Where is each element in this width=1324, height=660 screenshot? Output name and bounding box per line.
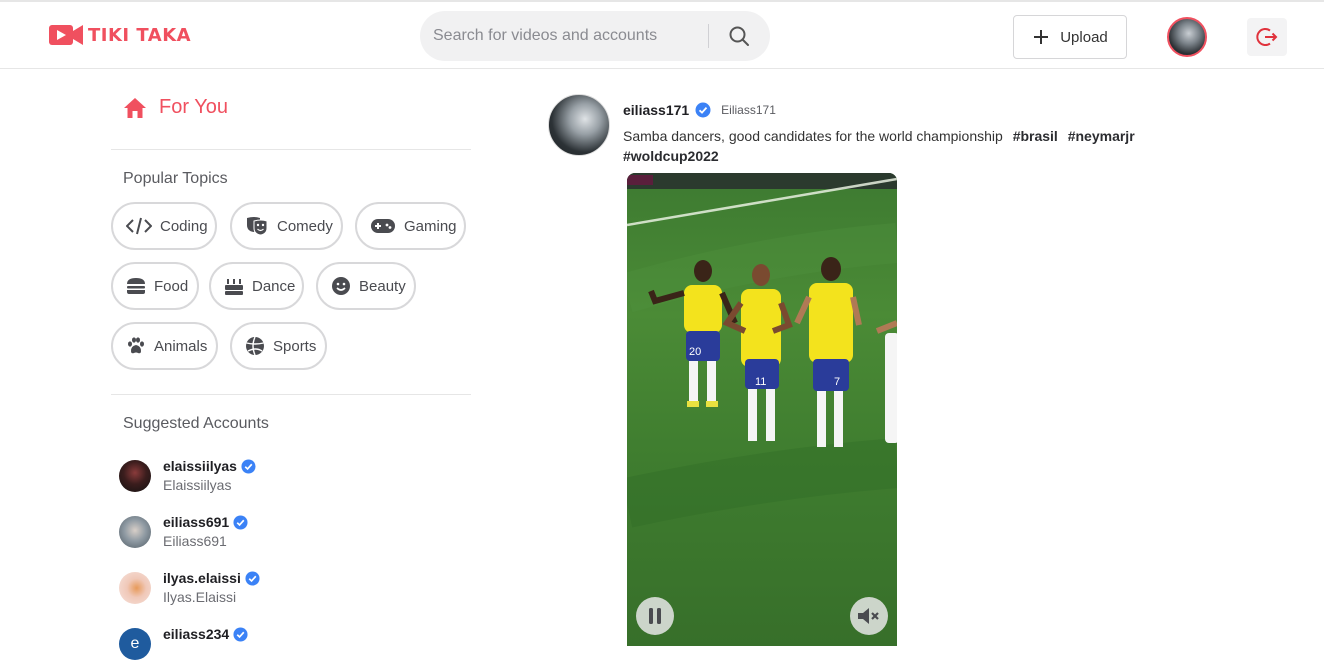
account-display-name: Elaissiilyas <box>163 477 232 493</box>
suggested-account[interactable]: e eiliass234 <box>119 626 248 660</box>
suggested-account[interactable]: elaissiilyas Elaissiilyas <box>119 458 256 495</box>
player-figure: 11 <box>722 264 793 441</box>
post-handle: Eiliass171 <box>721 103 776 117</box>
search-bar <box>420 11 770 61</box>
topic-label: Comedy <box>277 217 333 235</box>
hashtag[interactable]: #neymarjr <box>1068 128 1135 144</box>
suggested-accounts-title: Suggested Accounts <box>123 415 269 432</box>
plus-icon <box>1034 30 1049 44</box>
account-username: eiliass691 <box>163 514 230 530</box>
verified-icon <box>695 102 711 118</box>
suggested-account[interactable]: eiliass691 Eiliass691 <box>119 514 248 551</box>
masks-icon <box>247 217 268 236</box>
hashtag[interactable]: #woldcup2022 <box>623 148 719 164</box>
for-you-link[interactable]: For You <box>123 96 228 119</box>
topic-label: Animals <box>154 337 208 355</box>
topic-label: Sports <box>273 337 317 355</box>
verified-icon <box>245 571 260 586</box>
verified-icon <box>241 459 256 474</box>
post-header: eiliass171 Eiliass171 <box>623 102 776 118</box>
smile-icon <box>332 277 350 295</box>
hashtag[interactable]: #brasil <box>1013 128 1058 144</box>
play-logo-icon <box>49 25 83 45</box>
logo[interactable]: TIKI TAKA <box>48 22 191 48</box>
profile-avatar[interactable] <box>1167 17 1207 57</box>
pause-button[interactable] <box>636 597 674 635</box>
topic-sports[interactable]: Sports <box>230 322 327 370</box>
popular-topics-title: Popular Topics <box>123 170 228 187</box>
account-display-name: Ilyas.Elaissi <box>163 589 237 605</box>
avatar: e <box>119 628 151 660</box>
logout-icon <box>1256 28 1278 46</box>
cake-icon <box>225 279 243 295</box>
pause-icon <box>649 608 661 624</box>
topic-label: Dance <box>252 277 296 295</box>
avatar <box>119 516 151 548</box>
ball-icon <box>246 336 264 356</box>
avatar <box>119 572 151 604</box>
top-bar: TIKI TAKA Upload <box>0 0 1324 69</box>
svg-text:20: 20 <box>689 346 701 358</box>
burger-icon <box>127 278 145 294</box>
sidebar: For You Popular Topics Coding Comedy Gam… <box>111 69 471 660</box>
account-username: eiliass234 <box>163 626 230 642</box>
topic-label: Beauty <box>359 277 406 295</box>
topic-animals[interactable]: Animals <box>111 322 218 370</box>
logo-text: TIKI TAKA <box>88 24 192 46</box>
search-input[interactable] <box>420 11 708 61</box>
divider <box>111 394 471 395</box>
svg-text:11: 11 <box>755 376 766 388</box>
topic-food[interactable]: Food <box>111 262 199 310</box>
account-username: elaissiilyas <box>163 458 237 474</box>
suggested-account[interactable]: ilyas.elaissi Ilyas.Elaissi <box>119 570 260 607</box>
topic-coding[interactable]: Coding <box>111 202 217 250</box>
topic-comedy[interactable]: Comedy <box>230 202 343 250</box>
verified-icon <box>233 515 248 530</box>
topic-beauty[interactable]: Beauty <box>316 262 416 310</box>
video-player[interactable]: 20 11 7 <box>627 173 897 646</box>
gamepad-icon <box>371 219 395 233</box>
home-icon <box>124 97 146 118</box>
logout-button[interactable] <box>1247 18 1287 56</box>
mute-button[interactable] <box>850 597 888 635</box>
post-caption: Samba dancers, good candidates for the w… <box>623 126 1163 166</box>
post-username[interactable]: eiliass171 <box>623 102 689 118</box>
topic-label: Food <box>154 277 189 295</box>
player-figure <box>875 320 897 443</box>
account-display-name: Eiliass691 <box>163 533 227 549</box>
search-icon <box>729 26 749 46</box>
caption-text: Samba dancers, good candidates for the w… <box>623 128 1003 144</box>
avatar <box>119 460 151 492</box>
topic-gaming[interactable]: Gaming <box>355 202 466 250</box>
video-frame: 20 11 7 <box>627 173 897 528</box>
post-author-avatar[interactable] <box>548 94 610 156</box>
volume-mute-icon <box>858 608 879 624</box>
divider <box>111 149 471 150</box>
upload-label: Upload <box>1060 28 1108 46</box>
topic-label: Coding <box>160 217 208 235</box>
code-icon <box>126 217 152 235</box>
paw-icon <box>128 337 144 354</box>
player-figure: 7 <box>794 257 862 447</box>
topic-label: Gaming <box>404 217 457 235</box>
search-button[interactable] <box>709 11 769 61</box>
topic-dance[interactable]: Dance <box>209 262 304 310</box>
for-you-label: For You <box>159 96 228 118</box>
verified-icon <box>233 627 248 642</box>
svg-text:7: 7 <box>834 376 840 388</box>
upload-button[interactable]: Upload <box>1013 15 1127 59</box>
account-username: ilyas.elaissi <box>163 570 241 586</box>
